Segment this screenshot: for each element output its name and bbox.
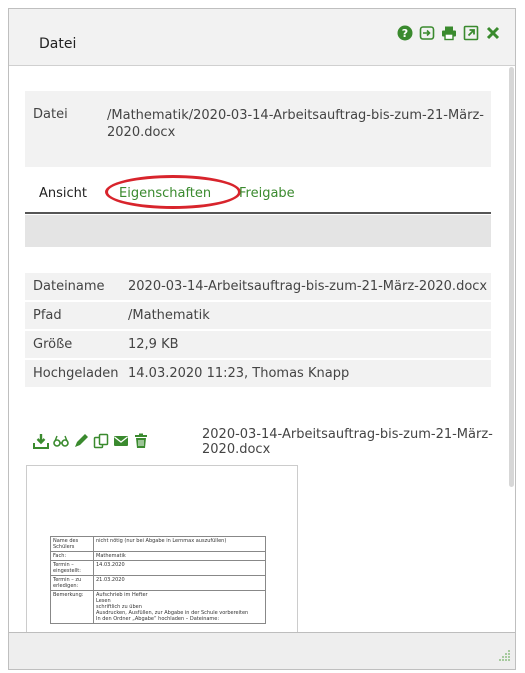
scrollbar[interactable] [507,65,515,634]
property-key: Größe [33,337,73,352]
delete-icon[interactable] [133,433,149,449]
property-value: 14.03.2020 11:23, Thomas Knapp [128,366,350,381]
tab-content-bar [25,215,491,247]
table-row: Termin – zu erledigen: 21.03.2020 [50,575,266,591]
property-value: 12,9 KB [128,337,179,352]
properties-table: Dateiname 2020-03-14-Arbeitsauftrag-bis-… [25,273,491,389]
tab-eigenschaften[interactable]: Eigenschaften [119,186,211,201]
external-link-icon[interactable] [463,25,479,41]
close-icon[interactable] [485,25,501,41]
file-dialog: Datei ? Datei /Mathematik/2020-03-14-Arb… [8,8,516,670]
copy-icon[interactable] [93,433,109,449]
file-path-box: Datei /Mathematik/2020-03-14-Arbeitsauft… [25,91,491,167]
tab-bar: Ansicht Eigenschaften Freigabe [25,175,491,214]
dialog-toolbar: ? [397,25,501,41]
resize-grip-icon[interactable] [499,646,511,665]
tab-freigabe[interactable]: Freigabe [239,186,295,201]
dialog-header: Datei ? [9,9,515,66]
property-row: Dateiname 2020-03-14-Arbeitsauftrag-bis-… [25,273,491,300]
edit-icon[interactable] [73,433,89,449]
scrollbar-thumb[interactable] [509,67,514,487]
tab-ansicht[interactable]: Ansicht [39,186,87,201]
table-row: Name des Schülers nicht nötig (nur bei A… [50,536,266,552]
svg-text:?: ? [402,27,408,40]
property-row: Hochgeladen 14.03.2020 11:23, Thomas Kna… [25,360,491,387]
table-row: Bemerkung: Aufschrieb im Hefter Lesen sc… [50,590,266,624]
preview-key: Bemerkung: [50,590,94,624]
preview-key: Termin – zu erledigen: [50,575,94,591]
property-key: Pfad [33,308,62,323]
preview-value: nicht nötig (nur bei Abgabe in Lernmax a… [93,536,266,552]
help-icon[interactable]: ? [397,25,413,41]
print-icon[interactable] [441,25,457,41]
property-key: Dateiname [33,279,105,294]
action-filename: 2020-03-14-Arbeitsauftrag-bis-zum-21-Mär… [202,427,493,457]
open-in-icon[interactable] [419,25,435,41]
file-path: /Mathematik/2020-03-14-Arbeitsauftrag-bi… [107,108,484,140]
property-key: Hochgeladen [33,366,119,381]
preview-value: Mathematik [93,551,266,561]
property-row: Pfad /Mathematik [25,302,491,329]
download-icon[interactable] [33,433,49,449]
file-actions [33,433,149,449]
property-value: /Mathematik [128,308,210,323]
dialog-title: Datei [39,36,77,52]
dialog-footer [9,632,515,669]
preview-key: Fach: [50,551,94,561]
file-label: Datei [33,107,68,122]
property-value: 2020-03-14-Arbeitsauftrag-bis-zum-21-Mär… [128,279,488,294]
preview-table: Name des Schülers nicht nötig (nur bei A… [50,536,266,624]
email-icon[interactable] [113,433,129,449]
view-icon[interactable] [53,433,69,449]
preview-value: 14.03.2020 [93,560,266,576]
table-row: Termin – eingestellt: 14.03.2020 [50,560,266,576]
preview-value: 21.03.2020 [93,575,266,591]
table-row: Fach: Mathematik [50,551,266,561]
property-row: Größe 12,9 KB [25,331,491,358]
preview-key: Termin – eingestellt: [50,560,94,576]
preview-key: Name des Schülers [50,536,94,552]
preview-value: Aufschrieb im Hefter Lesen schriftlich z… [93,590,266,624]
